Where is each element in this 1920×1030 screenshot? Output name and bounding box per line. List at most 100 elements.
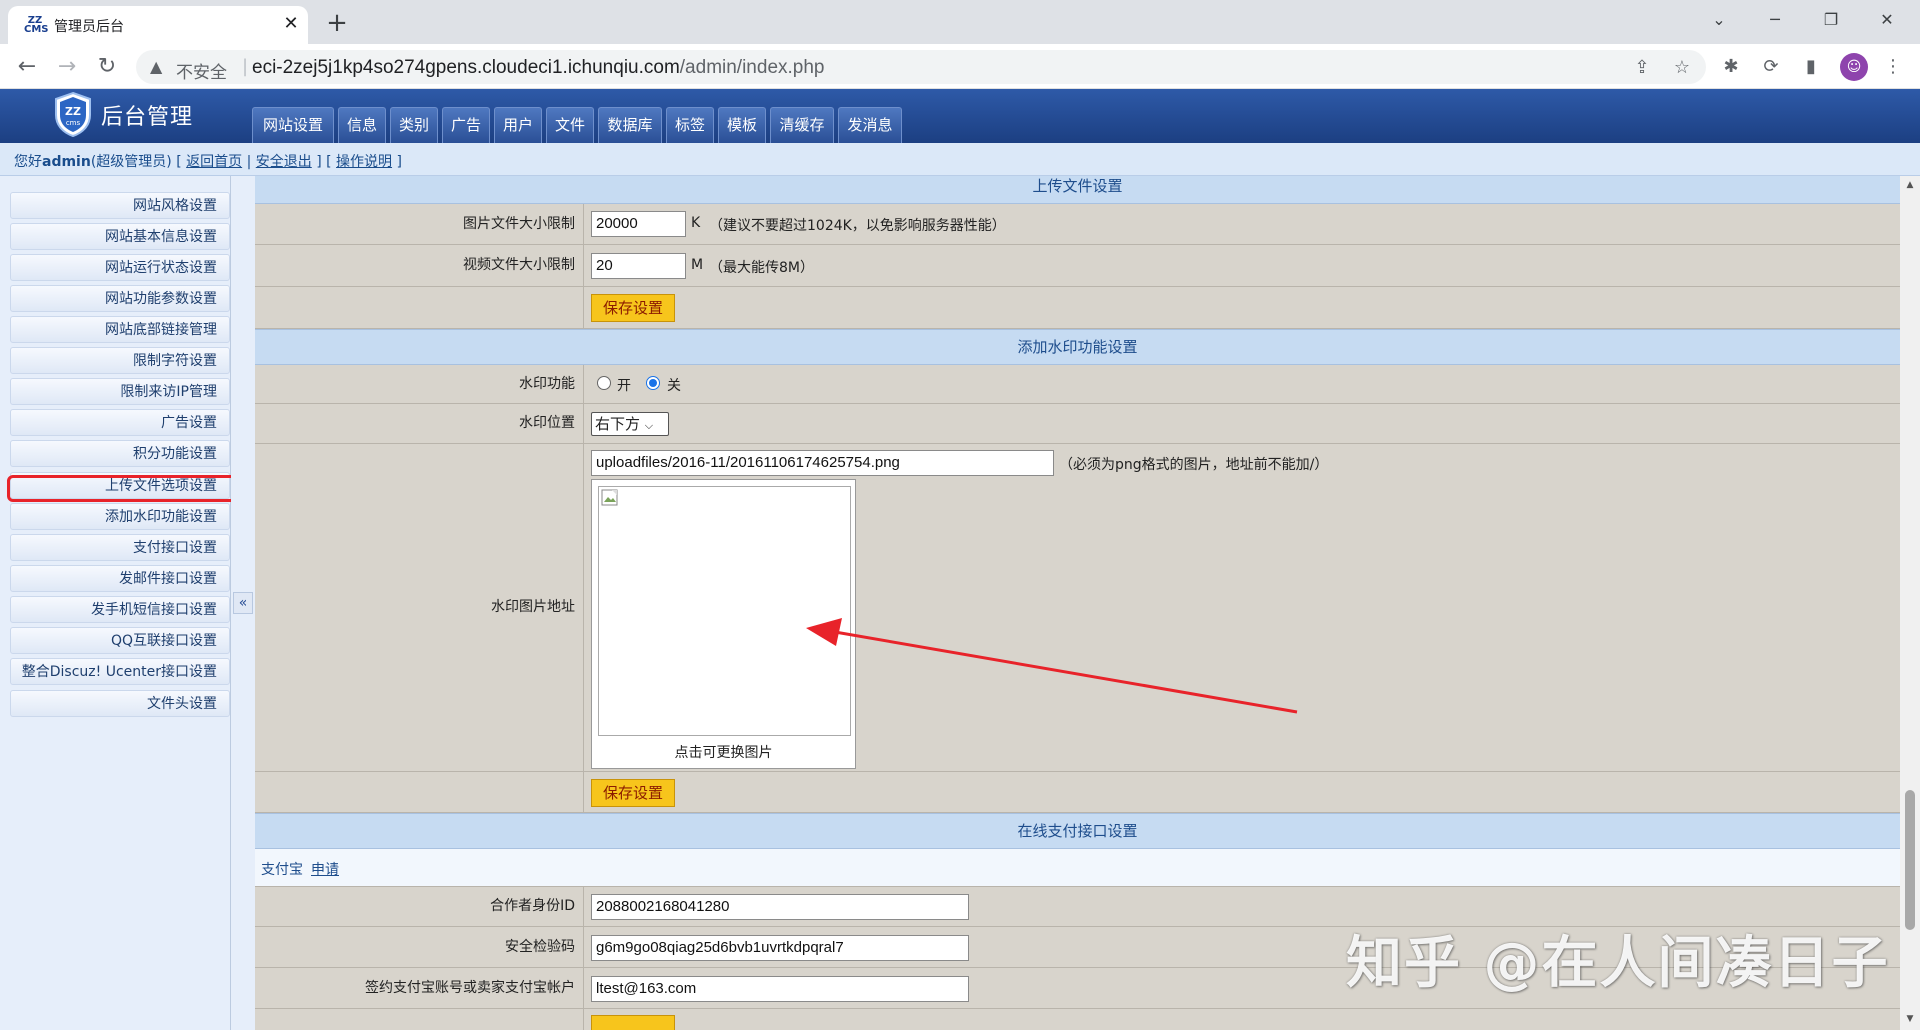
payment-save-button[interactable] [591, 1015, 675, 1030]
page-scrollbar[interactable]: ▲ ▼ [1900, 176, 1920, 1030]
upload-save-button[interactable]: 保存设置 [591, 294, 675, 322]
back-icon[interactable]: ← [12, 52, 42, 82]
row-upload-save: 保存设置 [255, 287, 1900, 329]
browser-tab[interactable]: ZZ CMS 管理员后台 ✕ [8, 6, 308, 44]
scroll-down-icon[interactable]: ▼ [1905, 1014, 1915, 1024]
broken-image-icon [601, 489, 618, 506]
share-icon[interactable]: ⇪ [1630, 56, 1654, 80]
section-title-watermark: 添加水印功能设置 [255, 329, 1900, 365]
address-bar[interactable]: ▲ 不安全 | eci-2zej5j1kp4so274gpens.cloudec… [136, 50, 1706, 84]
menu-clear-cache[interactable]: 清缓存 [770, 107, 834, 143]
forward-icon[interactable]: → [52, 52, 82, 82]
row-watermark-save: 保存设置 [255, 772, 1900, 813]
url-separator: | [242, 56, 249, 77]
reload-icon[interactable]: ↻ [92, 52, 122, 82]
menu-site-settings[interactable]: 网站设置 [252, 107, 334, 143]
watermark-pos-label: 水印位置 [255, 404, 584, 443]
sidebar-item-email[interactable]: 发邮件接口设置 [10, 565, 230, 592]
watermark-off-radio[interactable] [646, 376, 660, 390]
upload-save-label [255, 287, 584, 328]
row-watermark-pos: 水印位置 右下方 ⌵ [255, 404, 1900, 444]
watermark-img-hint: （必须为png格式的图片，地址前不能加/） [1059, 457, 1329, 473]
menu-templates[interactable]: 模板 [718, 107, 766, 143]
scroll-thumb[interactable] [1905, 790, 1915, 930]
new-tab-button[interactable]: + [322, 8, 352, 38]
alipay-account-label: 签约支付宝账号或卖家支付宝帐户 [255, 968, 584, 1008]
upload-save-body: 保存设置 [585, 287, 1900, 328]
watermark-preview[interactable]: 点击可更换图片 [591, 479, 856, 769]
restore-icon[interactable]: ❐ [1808, 4, 1854, 36]
profile-avatar[interactable]: ☺ [1840, 53, 1868, 81]
watermark-img-body: uploadfiles/2016-11/20161106174625754.pn… [585, 444, 1900, 771]
menu-users[interactable]: 用户 [494, 107, 542, 143]
watermark-preview-image[interactable] [598, 486, 851, 736]
menu-tags[interactable]: 标签 [666, 107, 714, 143]
watermark-pos-body: 右下方 ⌵ [585, 404, 1900, 443]
alipay-row: 支付宝 申请 [255, 849, 1900, 887]
watermark-pos-select[interactable]: 右下方 ⌵ [591, 412, 669, 436]
partner-id-input[interactable]: 2088002168041280 [591, 894, 969, 920]
scroll-up-icon[interactable]: ▲ [1905, 180, 1915, 190]
row-video-size: 视频文件大小限制 20 M （最大能传8M） [255, 245, 1900, 287]
video-size-label: 视频文件大小限制 [255, 245, 584, 286]
video-size-hint: （最大能传8M） [709, 260, 814, 276]
video-size-input[interactable]: 20 [591, 253, 686, 279]
sidebar-item-watermark[interactable]: 添加水印功能设置 [10, 503, 230, 530]
security-key-label: 安全检验码 [255, 927, 584, 967]
tab-title: 管理员后台 [54, 18, 124, 34]
side-panel-icon[interactable]: ▮ [1798, 54, 1824, 80]
img-size-unit: K [691, 215, 701, 231]
sync-icon[interactable]: ⟳ [1758, 54, 1784, 80]
sidebar-item-ucenter[interactable]: 整合Discuz! Ucenter接口设置 [10, 658, 230, 685]
chevron-down-icon: ⌵ [644, 419, 654, 432]
settings-sidebar: 网站风格设置 网站基本信息设置 网站运行状态设置 网站功能参数设置 网站底部链接… [0, 176, 231, 1030]
zzcms-favicon-icon: ZZ CMS [24, 15, 49, 35]
minimize-icon[interactable]: ─ [1752, 4, 1798, 36]
watermark-on-radio[interactable] [597, 376, 611, 390]
menu-dots-icon[interactable]: ⋮ [1880, 54, 1906, 80]
sidebar-item-restricted-chars[interactable]: 限制字符设置 [10, 347, 230, 374]
img-size-input[interactable]: 20000 [591, 211, 686, 237]
sidebar-item-footer-links[interactable]: 网站底部链接管理 [10, 316, 230, 343]
sidebar-item-points[interactable]: 积分功能设置 [10, 440, 230, 467]
row-payment-save [255, 1009, 1900, 1030]
link-home[interactable]: 返回首页 [186, 154, 242, 170]
sidebar-item-qq-connect[interactable]: QQ互联接口设置 [10, 627, 230, 654]
bookmark-star-icon[interactable]: ☆ [1670, 56, 1694, 80]
row-watermark-img: 水印图片地址 uploadfiles/2016-11/2016110617462… [255, 444, 1900, 772]
extensions-icon[interactable]: ✱ [1718, 54, 1744, 80]
sidebar-item-payment[interactable]: 支付接口设置 [10, 534, 230, 561]
watermark-func-body: 开 关 [585, 365, 1900, 403]
partner-id-label: 合作者身份ID [255, 887, 584, 926]
img-size-hint: （建议不要超过1024K，以免影响服务器性能） [709, 218, 1006, 234]
sidebar-item-func-params[interactable]: 网站功能参数设置 [10, 285, 230, 312]
close-window-icon[interactable]: ✕ [1864, 4, 1910, 36]
menu-info[interactable]: 信息 [338, 107, 386, 143]
sidebar-item-file-header[interactable]: 文件头设置 [10, 690, 230, 717]
link-help[interactable]: 操作说明 [336, 154, 392, 170]
url-text[interactable]: eci-2zej5j1kp4so274gpens.cloudeci1.ichun… [252, 57, 825, 79]
menu-send-message[interactable]: 发消息 [838, 107, 902, 143]
sidebar-item-run-status[interactable]: 网站运行状态设置 [10, 254, 230, 281]
alipay-account-input[interactable]: ltest@163.com [591, 976, 969, 1002]
sidebar-item-ip-limit[interactable]: 限制来访IP管理 [10, 378, 230, 405]
url-host: eci-2zej5j1kp4so274gpens.cloudeci1.ichun… [252, 57, 680, 78]
sidebar-item-style[interactable]: 网站风格设置 [10, 192, 230, 219]
sidebar-item-ads[interactable]: 广告设置 [10, 409, 230, 436]
menu-ads[interactable]: 广告 [442, 107, 490, 143]
security-key-input[interactable]: g6m9go08qiag25d6bvb1uvrtkdpqral7 [591, 935, 969, 961]
menu-files[interactable]: 文件 [546, 107, 594, 143]
tab-search-icon[interactable]: ⌄ [1696, 4, 1742, 36]
menu-category[interactable]: 类别 [390, 107, 438, 143]
link-logout[interactable]: 安全退出 [256, 154, 312, 170]
close-tab-icon[interactable]: ✕ [280, 13, 302, 35]
sidebar-item-basic-info[interactable]: 网站基本信息设置 [10, 223, 230, 250]
watermark-img-input[interactable]: uploadfiles/2016-11/20161106174625754.pn… [591, 450, 1054, 476]
zhihu-watermark: 知乎 @在人间凑日子 [1346, 931, 1890, 996]
browser-toolbar: ← → ↻ ▲ 不安全 | eci-2zej5j1kp4so274gpens.c… [0, 44, 1920, 89]
sidebar-item-sms[interactable]: 发手机短信接口设置 [10, 596, 230, 623]
watermark-save-button[interactable]: 保存设置 [591, 779, 675, 807]
menu-database[interactable]: 数据库 [598, 107, 662, 143]
alipay-apply-link[interactable]: 申请 [311, 859, 339, 879]
collapse-sidebar-icon[interactable]: « [233, 592, 253, 614]
